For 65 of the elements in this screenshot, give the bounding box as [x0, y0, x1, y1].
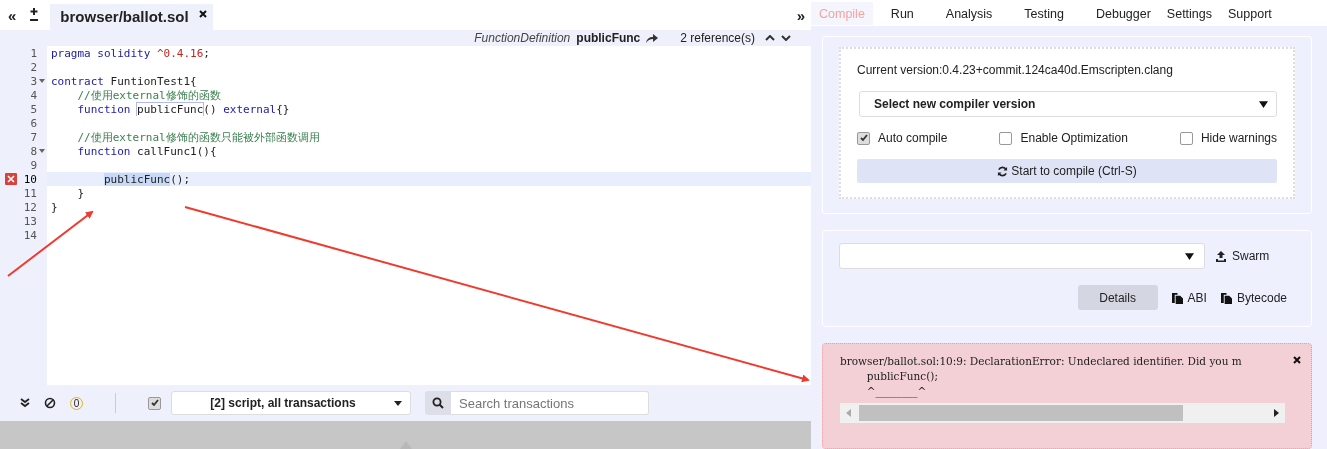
double-chevron-icon[interactable] — [20, 398, 30, 408]
line-number: 10 — [23, 172, 37, 186]
collapse-left-button[interactable]: « — [8, 6, 17, 24]
line-number: 8 — [30, 144, 37, 158]
panel-tab[interactable]: Testing — [1016, 1, 1064, 25]
error-text: browser/ballot.sol:10:9: DeclarationError: Undeclared identifier. Did you m — [840, 354, 1243, 369]
line-number: 2 — [30, 60, 37, 74]
swarm-button[interactable]: Swarm — [1215, 249, 1270, 263]
line-number: 9 — [30, 158, 37, 172]
line-number: 5 — [30, 102, 37, 116]
scroll-right-icon[interactable] — [1274, 409, 1279, 417]
abi-button[interactable]: ABI — [1171, 290, 1207, 305]
line-number: 14 — [23, 228, 37, 242]
error-text: ^________^ — [865, 384, 928, 399]
panel-tab[interactable]: Debugger — [1087, 1, 1151, 25]
panel-tab[interactable]: Support — [1220, 1, 1272, 25]
option-checkbox[interactable] — [1179, 131, 1193, 145]
function-name: publicFunc — [576, 31, 641, 45]
error-text: publicFunc(); — [865, 369, 939, 384]
line-number: 11 — [23, 186, 37, 200]
share-icon[interactable] — [646, 33, 659, 43]
option-checkbox[interactable] — [999, 131, 1013, 145]
option-checkbox[interactable] — [857, 131, 870, 145]
listen-checkbox[interactable] — [148, 396, 161, 410]
clear-icon[interactable] — [44, 397, 56, 409]
line-number: 12 — [23, 200, 37, 214]
references-count: 2 reference(s) — [680, 31, 755, 45]
fold-icon[interactable] — [39, 79, 45, 83]
chevron-down-icon[interactable] — [781, 35, 791, 41]
panel-tab[interactable]: Run — [882, 1, 914, 25]
line-number: 7 — [30, 130, 37, 144]
horizontal-scrollbar[interactable] — [840, 403, 1285, 423]
line-number: 3 — [30, 74, 37, 88]
line-number: 1 — [30, 46, 37, 60]
close-icon[interactable] — [1293, 356, 1301, 364]
compile-button[interactable]: Start to compile (Ctrl-S) — [857, 159, 1277, 183]
file-tab[interactable]: browser/ballot.sol — [50, 4, 213, 30]
details-button[interactable]: Details — [1077, 285, 1158, 310]
caret-icon — [1259, 100, 1268, 108]
option-label: Enable Optimization — [1020, 131, 1128, 145]
bytecode-button[interactable]: Bytecode — [1220, 290, 1287, 305]
panel-tab[interactable]: Analysis — [937, 1, 993, 25]
refresh-icon — [997, 165, 1009, 177]
copy-icon — [1220, 291, 1232, 304]
option-label: Hide warnings — [1200, 131, 1277, 145]
panel-tab[interactable]: Settings — [1158, 1, 1213, 25]
option-label: Auto compile — [878, 131, 948, 145]
copy-icon — [1171, 291, 1183, 304]
caret-icon — [1185, 252, 1194, 260]
collapse-right-button[interactable]: » — [796, 6, 805, 24]
transaction-filter-select[interactable]: [2] script, all transactions — [171, 391, 411, 415]
upload-icon — [1215, 250, 1227, 262]
line-number: 6 — [30, 116, 37, 130]
line-number: 13 — [23, 214, 37, 228]
line-number: 4 — [30, 88, 37, 102]
current-version: Current version:0.4.23+commit.124ca40d.Emscripten.clang — [857, 63, 1174, 77]
error-icon[interactable] — [5, 173, 17, 185]
compiler-version-select[interactable]: Select new compiler version — [859, 91, 1277, 117]
node-type-label: FunctionDefinition — [474, 31, 571, 45]
fold-icon[interactable] — [39, 149, 45, 153]
close-icon[interactable] — [198, 10, 207, 18]
search-icon — [432, 397, 444, 409]
chevron-up-icon[interactable] — [765, 35, 775, 41]
search-field[interactable]: Search transactions — [451, 391, 649, 415]
caret-icon — [393, 400, 402, 406]
